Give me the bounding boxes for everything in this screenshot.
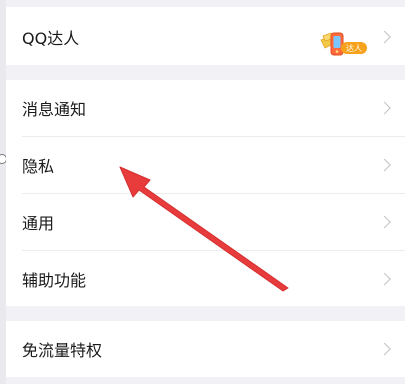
settings-page: QQ达人 达人 消息通知 隐私 通用 辅助功能 免流量特权 xyxy=(0,0,405,384)
annotation-arrow-icon xyxy=(119,166,289,292)
